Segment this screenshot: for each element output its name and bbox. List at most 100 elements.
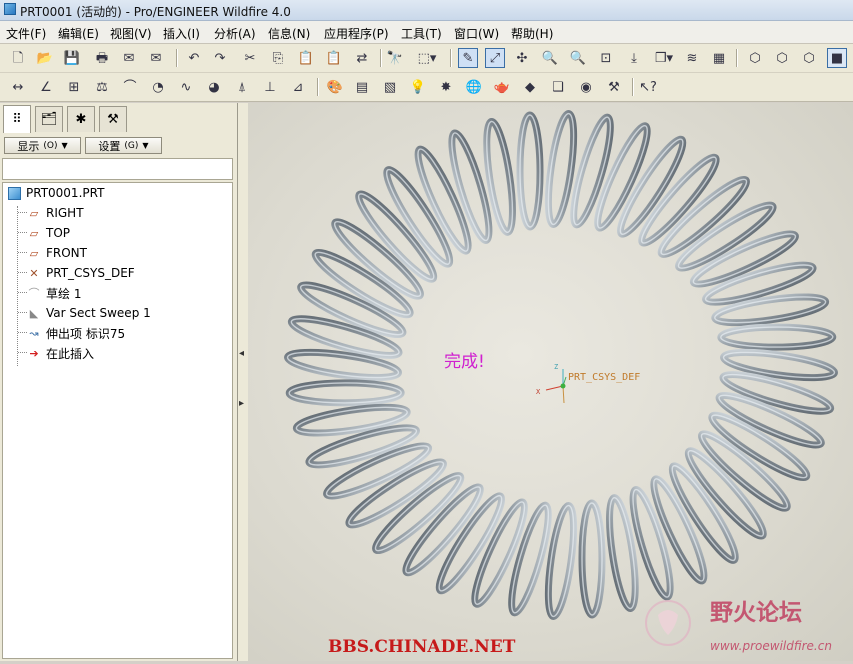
tree-item-top[interactable]: ▱ TOP xyxy=(26,224,70,242)
csys-label: PRT_CSYS_DEF xyxy=(568,372,640,383)
orient-mode-icon[interactable]: ✣ xyxy=(512,48,532,68)
layers-icon[interactable]: ≋ xyxy=(682,48,702,68)
perspective-icon[interactable]: ✸ xyxy=(436,77,456,97)
tree-item-protrusion[interactable]: ↝ 伸出项 标识75 xyxy=(26,324,125,342)
analysis-toolbar: ↔ ∠ ⊞ ⚖ ⌒ ◔ ∿ ◕ ⍋ ⊥ ⊿ 🎨 ▤ ▧ 💡 ✸ 🌐 🫖 ◆ ❑ … xyxy=(0,73,853,102)
tree-item-csys[interactable]: ✕ PRT_CSYS_DEF xyxy=(26,264,134,282)
sketch-tool-icon[interactable]: ✎ xyxy=(458,48,478,68)
mail-attach-icon[interactable]: ✉ xyxy=(146,48,166,68)
mass-properties-icon[interactable]: ⚖ xyxy=(92,77,112,97)
render-setup-icon[interactable]: 🌐 xyxy=(464,77,484,97)
menu-analysis[interactable]: 分析(A) xyxy=(214,25,256,42)
reorient-icon[interactable]: ⤓ xyxy=(624,48,644,68)
wireframe-icon[interactable]: ⬡ xyxy=(745,48,765,68)
draft-analysis-icon[interactable]: ⍋ xyxy=(232,77,252,97)
collapse-left-icon[interactable]: ◂ xyxy=(239,348,244,359)
decal-icon[interactable]: ❑ xyxy=(548,77,568,97)
title-bar: PRT0001 (活动的) - Pro/ENGINEER Wildfire 4.… xyxy=(0,0,853,21)
no-hidden-icon[interactable]: ⬡ xyxy=(799,48,819,68)
undo-icon[interactable]: ↶ xyxy=(184,48,204,68)
tree-item-label: RIGHT xyxy=(46,206,84,220)
save-icon[interactable]: 💾 xyxy=(62,48,82,68)
menu-view[interactable]: 视图(V) xyxy=(110,25,152,42)
new-file-icon[interactable]: 🗋 xyxy=(8,48,28,68)
spin-center-icon[interactable]: ⤢ xyxy=(485,48,505,68)
refit-icon[interactable]: ⊡ xyxy=(596,48,616,68)
zoom-out-icon[interactable]: 🔍 xyxy=(568,48,588,68)
zoom-in-icon[interactable]: 🔍 xyxy=(540,48,560,68)
print-icon[interactable]: 🖶 xyxy=(92,48,112,68)
menu-applications[interactable]: 应用程序(P) xyxy=(324,25,389,42)
screen-capture-icon[interactable]: ◉ xyxy=(576,77,596,97)
curve-analysis-icon[interactable]: ⌒ xyxy=(120,77,140,97)
appearance-palette-icon[interactable]: 🎨 xyxy=(325,77,345,97)
expand-right-icon[interactable]: ▸ xyxy=(239,398,244,409)
hidden-line-icon[interactable]: ⬡ xyxy=(772,48,792,68)
menu-help[interactable]: 帮助(H) xyxy=(511,25,553,42)
tree-item-right[interactable]: ▱ RIGHT xyxy=(26,204,84,222)
tree-item-label: 草绘 1 xyxy=(46,286,82,301)
panel-splitter[interactable]: ◂ ▸ xyxy=(238,103,248,661)
insert-here-arrow-icon: ➔ xyxy=(29,346,39,360)
tree-item-front[interactable]: ▱ FRONT xyxy=(26,244,87,262)
graphics-window[interactable]: Z X PRT_CSYS_DEF 完成! 野火论坛 www.proewildfi… xyxy=(248,103,853,661)
connections-icon: ⚒ xyxy=(107,112,119,127)
render-window-icon[interactable]: 🫖 xyxy=(492,77,512,97)
menu-file[interactable]: 文件(F) xyxy=(6,25,46,42)
light-icon[interactable]: 💡 xyxy=(408,77,428,97)
dihedral-icon[interactable]: ⊥ xyxy=(260,77,280,97)
paste-icon[interactable]: 📋 xyxy=(296,48,316,68)
context-help-icon[interactable]: ↖? xyxy=(638,77,658,97)
tree-item-label: Var Sect Sweep 1 xyxy=(46,306,151,320)
render-tool-icon[interactable]: ⚒ xyxy=(604,77,624,97)
toolbar-separator xyxy=(450,49,452,67)
tab-folder-browser[interactable]: 🗂 xyxy=(35,106,63,132)
selection-box-dropdown-icon[interactable]: ⬚▾ xyxy=(412,48,442,68)
room-icon[interactable]: ▧ xyxy=(380,77,400,97)
measure-area-icon[interactable]: ⊞ xyxy=(64,77,84,97)
paste-special-icon[interactable]: 📋 xyxy=(324,48,344,68)
settings-dropdown[interactable]: 设置 (G) ▼ xyxy=(85,137,162,154)
folder-browser-icon: 🗂 xyxy=(40,112,58,127)
cut-icon[interactable]: ✂ xyxy=(240,48,260,68)
menu-edit[interactable]: 编辑(E) xyxy=(58,25,99,42)
show-shortcut: (O) xyxy=(43,140,58,151)
measure-angle-icon[interactable]: ∠ xyxy=(36,77,56,97)
torus-spring-model[interactable] xyxy=(284,110,838,620)
saved-views-icon[interactable]: ❒▾ xyxy=(651,48,677,68)
menu-window[interactable]: 窗口(W) xyxy=(454,25,499,42)
search-binoculars-icon[interactable]: 🔭 xyxy=(385,48,405,68)
menu-tools[interactable]: 工具(T) xyxy=(401,25,442,42)
shading-icon[interactable]: ■ xyxy=(827,48,847,68)
open-folder-icon[interactable]: 📂 xyxy=(35,48,55,68)
scene-icon[interactable]: ▤ xyxy=(352,77,372,97)
tree-filter-field[interactable] xyxy=(2,158,233,180)
menu-insert[interactable]: 插入(I) xyxy=(163,25,200,42)
tree-item-sketch[interactable]: ⌒ 草绘 1 xyxy=(26,284,82,302)
tab-model-tree[interactable]: ⠿ xyxy=(3,105,31,133)
show-dropdown[interactable]: 显示 (O) ▼ xyxy=(4,137,81,154)
measure-distance-icon[interactable]: ↔ xyxy=(8,77,28,97)
regenerate-icon[interactable]: ⇄ xyxy=(352,48,372,68)
copy-icon[interactable]: ⎘ xyxy=(268,48,288,68)
tree-item-label: FRONT xyxy=(46,246,87,260)
mail-icon[interactable]: ✉ xyxy=(119,48,139,68)
redo-icon[interactable]: ↷ xyxy=(210,48,230,68)
deviation-icon[interactable]: ⊿ xyxy=(288,77,308,97)
tab-favorites[interactable]: ✱ xyxy=(67,106,95,132)
favorites-icon: ✱ xyxy=(75,112,87,127)
tree-item-part[interactable]: PRT0001.PRT xyxy=(6,184,104,202)
csys-z-label: Z xyxy=(554,363,558,371)
tree-item-insert-here[interactable]: ➔ 在此插入 xyxy=(26,344,94,362)
render-region-icon[interactable]: ◆ xyxy=(520,77,540,97)
shade-curvature-icon[interactable]: ◕ xyxy=(204,77,224,97)
curvature-icon[interactable]: ∿ xyxy=(176,77,196,97)
tree-item-var-sect-sweep[interactable]: ◣ Var Sect Sweep 1 xyxy=(26,304,151,322)
tab-connections[interactable]: ⚒ xyxy=(99,106,127,132)
toolbar-separator xyxy=(317,78,319,96)
model-tree-icon: ⠿ xyxy=(12,112,22,127)
view-manager-icon[interactable]: ▦ xyxy=(709,48,729,68)
part-icon xyxy=(6,186,22,200)
surface-analysis-icon[interactable]: ◔ xyxy=(148,77,168,97)
menu-info[interactable]: 信息(N) xyxy=(268,25,310,42)
